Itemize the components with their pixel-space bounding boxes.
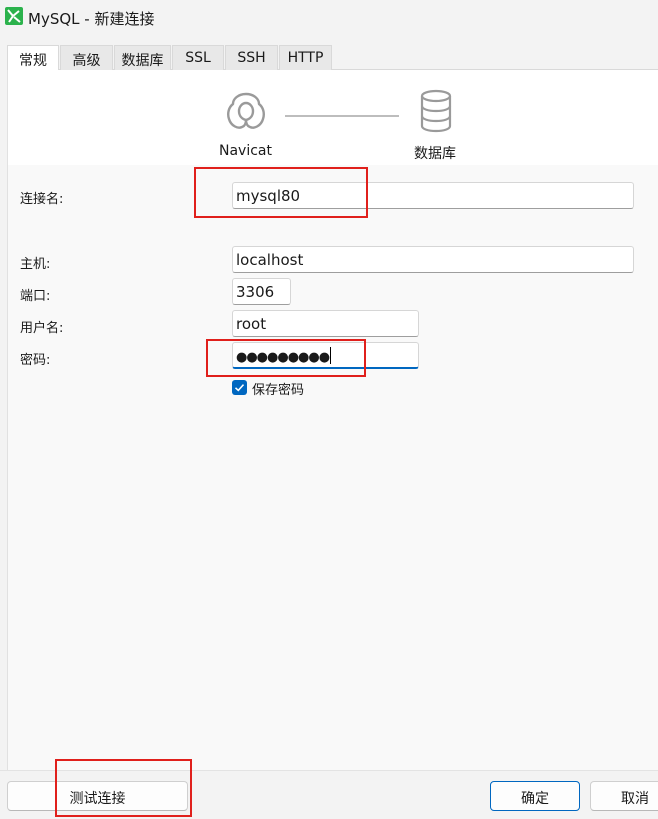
username-value: root	[236, 315, 267, 333]
tab-advanced[interactable]: 高级	[60, 45, 113, 70]
username-input[interactable]: root	[232, 310, 419, 337]
host-label: 主机:	[20, 257, 51, 272]
footer-divider	[0, 770, 658, 771]
tab-general[interactable]: 常规	[7, 45, 59, 71]
port-input[interactable]: 3306	[232, 278, 291, 305]
tab-ssl[interactable]: SSL	[172, 45, 224, 70]
general-panel: Navicat 数据库	[7, 70, 658, 770]
save-password-label: 保存密码	[252, 383, 305, 398]
tab-bar: 常规 高级 数据库 SSL SSH HTTP	[7, 45, 658, 71]
save-password-checkbox[interactable]	[232, 380, 247, 395]
tab-ssh[interactable]: SSH	[225, 45, 278, 70]
username-label: 用户名:	[20, 321, 64, 336]
ok-button[interactable]: 确定	[490, 781, 580, 811]
password-input[interactable]: ●●●●●●●●●	[232, 342, 419, 369]
port-value: 3306	[236, 283, 275, 301]
password-label: 密码:	[20, 353, 51, 368]
checkmark-icon	[234, 384, 245, 392]
navicat-mysql-icon	[5, 7, 23, 25]
database-label: 数据库	[414, 146, 456, 162]
password-value: ●●●●●●●●●	[236, 350, 330, 365]
host-value: localhost	[236, 251, 304, 269]
title-bar: MySQL - 新建连接	[0, 0, 658, 36]
navicat-logo-icon	[227, 92, 265, 129]
connection-name-value: mysql80	[236, 187, 301, 205]
connection-banner: Navicat 数据库	[8, 70, 658, 165]
database-icon	[420, 89, 452, 133]
text-caret	[330, 347, 332, 364]
host-input[interactable]: localhost	[232, 246, 634, 273]
connector-line	[285, 115, 399, 117]
connection-name-label: 连接名:	[20, 192, 64, 207]
port-label: 端口:	[20, 289, 51, 304]
tab-databases[interactable]: 数据库	[114, 45, 171, 70]
connection-name-input[interactable]: mysql80	[232, 182, 634, 209]
test-connection-button[interactable]: 测试连接	[7, 781, 188, 811]
tab-http[interactable]: HTTP	[279, 45, 332, 70]
navicat-label: Navicat	[219, 143, 272, 159]
cancel-button[interactable]: 取消	[590, 781, 658, 811]
window-title: MySQL - 新建连接	[28, 10, 155, 28]
